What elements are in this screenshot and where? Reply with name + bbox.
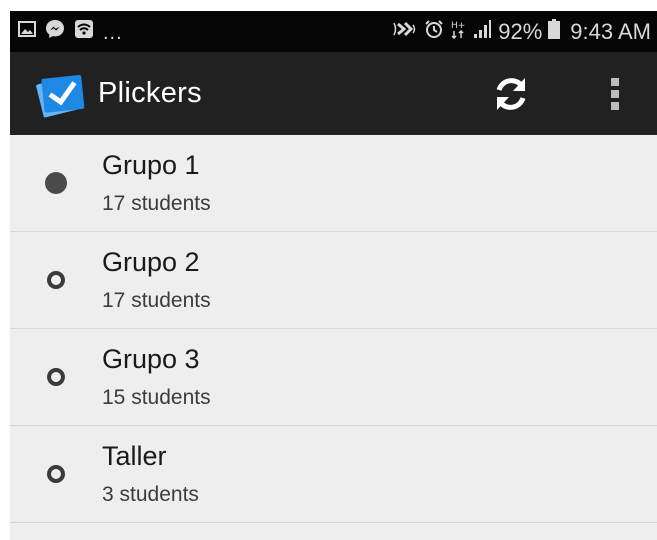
list-item[interactable]: Taller 3 students — [10, 426, 657, 523]
status-system: H+ 92% 9:43 AM — [392, 11, 651, 52]
student-count: 15 students — [102, 386, 211, 409]
student-count: 17 students — [102, 289, 211, 312]
radio-unselected-icon[interactable] — [47, 368, 65, 386]
student-count: 3 students — [102, 483, 199, 506]
nfc-icon — [392, 19, 418, 45]
overflow-menu-icon — [611, 78, 619, 110]
status-notifications: ... — [18, 11, 123, 52]
signal-icon — [472, 19, 492, 45]
plickers-check-card-icon — [33, 71, 89, 119]
more-notifications-indicator: ... — [103, 22, 123, 44]
hplus-data-icon: H+ — [450, 19, 466, 45]
sync-icon — [496, 78, 526, 110]
status-bar: ... H+ 92% 9:43 AM — [10, 11, 657, 52]
class-name: Grupo 1 — [102, 150, 200, 180]
wifi-icon — [74, 19, 94, 44]
radio-selected-icon[interactable] — [45, 172, 67, 194]
battery-percent: 92% — [498, 18, 543, 44]
gallery-icon — [18, 21, 36, 42]
list-item[interactable]: Grupo 2 17 students — [10, 232, 657, 329]
student-count: 17 students — [102, 192, 211, 215]
battery-icon — [548, 18, 561, 45]
app-screen: ... H+ 92% 9:43 AM Plickers Grupo 1 17 s… — [10, 11, 657, 540]
overflow-menu-button[interactable] — [600, 72, 630, 116]
list-item[interactable]: Grupo 3 15 students — [10, 329, 657, 426]
class-name: Grupo 3 — [102, 344, 200, 374]
messenger-icon — [45, 19, 65, 44]
list-item[interactable]: Grupo 1 17 students — [10, 135, 657, 232]
class-list: Grupo 1 17 students Grupo 2 17 students … — [10, 135, 657, 523]
svg-text:H+: H+ — [451, 21, 465, 31]
class-name: Taller — [102, 441, 167, 471]
class-name: Grupo 2 — [102, 247, 200, 277]
radio-unselected-icon[interactable] — [47, 271, 65, 289]
radio-unselected-icon[interactable] — [47, 465, 65, 483]
sync-button[interactable] — [488, 71, 534, 117]
app-title: Plickers — [98, 77, 202, 109]
status-time: 9:43 AM — [570, 18, 651, 44]
app-bar: Plickers — [10, 52, 657, 135]
alarm-icon — [424, 19, 444, 45]
